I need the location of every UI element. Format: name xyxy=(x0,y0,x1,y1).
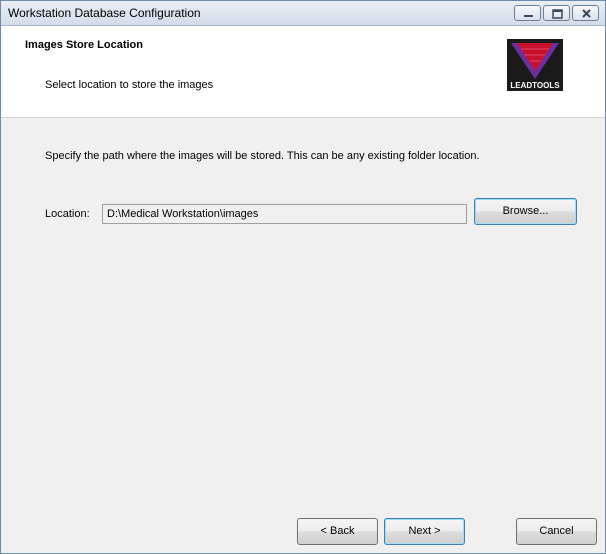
leadtools-logo: LEADTOOLS xyxy=(507,39,563,91)
wizard-header: Images Store Location Select location to… xyxy=(1,26,605,118)
back-button[interactable]: < Back xyxy=(297,518,378,545)
wizard-body: Specify the path where the images will b… xyxy=(1,118,605,504)
next-button[interactable]: Next > xyxy=(384,518,465,545)
page-title: Images Store Location xyxy=(25,39,143,51)
page-subtitle: Select location to store the images xyxy=(45,79,214,91)
maximize-icon xyxy=(552,9,563,19)
minimize-icon xyxy=(524,15,533,17)
location-field[interactable]: D:\Medical Workstation\images xyxy=(102,204,467,224)
window-title: Workstation Database Configuration xyxy=(8,6,201,20)
close-icon xyxy=(582,9,591,18)
close-button[interactable] xyxy=(572,5,599,21)
minimize-button[interactable] xyxy=(514,5,541,21)
title-bar[interactable]: Workstation Database Configuration xyxy=(1,1,605,26)
maximize-button[interactable] xyxy=(543,5,570,21)
instruction-text: Specify the path where the images will b… xyxy=(45,150,480,162)
svg-text:LEADTOOLS: LEADTOOLS xyxy=(510,81,560,90)
cancel-button[interactable]: Cancel xyxy=(516,518,597,545)
browse-button[interactable]: Browse... xyxy=(474,198,577,225)
dialog-window: Workstation Database Configuration Image… xyxy=(0,0,606,554)
location-label: Location: xyxy=(45,208,90,220)
